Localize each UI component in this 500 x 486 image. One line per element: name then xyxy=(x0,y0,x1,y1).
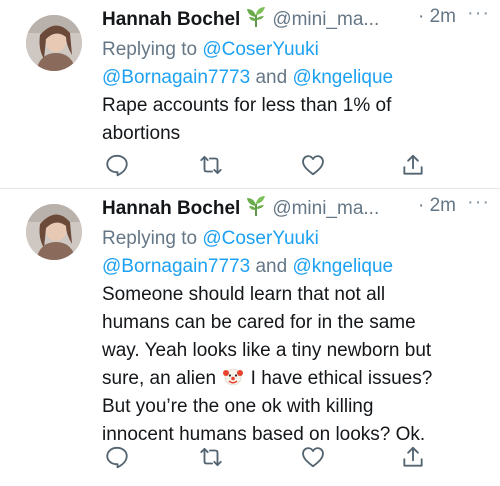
more-icon[interactable]: ··· xyxy=(467,2,490,25)
sprout-icon xyxy=(244,195,268,223)
like-icon[interactable] xyxy=(300,152,326,178)
tweet-header: Hannah Bochel @mini_ma... · 2m ··· xyxy=(102,191,490,223)
share-icon[interactable] xyxy=(400,152,426,178)
display-name[interactable]: Hannah Bochel xyxy=(102,198,240,219)
tweet-actions xyxy=(102,152,490,182)
tweet-header: Hannah Bochel @mini_ma... · 2m ··· xyxy=(102,2,490,34)
and-label: and xyxy=(255,67,288,88)
tweet-text-fragment: sure, an alien xyxy=(102,368,217,389)
tweet-text-line: humans can be cared for in the same xyxy=(102,312,416,333)
replying-to: Replying to @CoserYuuki @Bornagain7773 a… xyxy=(102,36,490,92)
tweet-text-line: Rape accounts for less than 1% of xyxy=(102,95,392,116)
tweet-text: Rape accounts for less than 1% of aborti… xyxy=(102,92,490,148)
clown-emoji-icon xyxy=(223,367,244,387)
replying-to: Replying to @CoserYuuki @Bornagain7773 a… xyxy=(102,225,490,281)
reply-icon[interactable] xyxy=(104,152,130,178)
tweet-text-fragment: I have ethical issues? xyxy=(250,368,433,389)
tweet-text-line: Someone should learn that not all xyxy=(102,284,386,305)
avatar[interactable] xyxy=(26,204,82,260)
replying-to-label: Replying to xyxy=(102,39,198,60)
reply-icon[interactable] xyxy=(104,444,130,470)
like-icon[interactable] xyxy=(300,444,326,470)
tweet-text: Someone should learn that not all humans… xyxy=(102,281,490,449)
timestamp[interactable]: · 2m xyxy=(418,195,456,217)
replying-to-label: Replying to xyxy=(102,228,198,249)
and-label: and xyxy=(255,256,288,277)
mention-link[interactable]: @Bornagain7773 xyxy=(102,256,250,277)
tweet-text-line: But you’re the one ok with killing xyxy=(102,396,374,417)
retweet-icon[interactable] xyxy=(198,152,224,178)
mention-link[interactable]: @kngelique xyxy=(292,256,393,277)
share-icon[interactable] xyxy=(400,444,426,470)
tweet-actions xyxy=(102,444,490,474)
timestamp[interactable]: · 2m xyxy=(418,6,456,28)
tweet-text-line: sure, an alien I have ethical issues? xyxy=(102,365,490,393)
mention-link[interactable]: @Bornagain7773 xyxy=(102,67,250,88)
avatar[interactable] xyxy=(26,15,82,71)
display-name[interactable]: Hannah Bochel xyxy=(102,9,240,30)
tweet-text-line: abortions xyxy=(102,123,181,144)
user-handle[interactable]: @mini_ma... xyxy=(272,198,379,219)
mention-link[interactable]: @CoserYuuki xyxy=(202,39,318,60)
tweet-text-line: way. Yeah looks like a tiny newborn but xyxy=(102,340,432,361)
mention-link[interactable]: @CoserYuuki xyxy=(202,228,318,249)
user-handle[interactable]: @mini_ma... xyxy=(272,9,379,30)
tweet-2[interactable]: Hannah Bochel @mini_ma... · 2m ··· Replyi… xyxy=(0,189,500,486)
sprout-icon xyxy=(244,6,268,34)
more-icon[interactable]: ··· xyxy=(467,191,490,214)
retweet-icon[interactable] xyxy=(198,444,224,470)
tweet-1[interactable]: Hannah Bochel @mini_ma... · 2m ··· Replyi… xyxy=(0,0,500,188)
mention-link[interactable]: @kngelique xyxy=(292,67,393,88)
